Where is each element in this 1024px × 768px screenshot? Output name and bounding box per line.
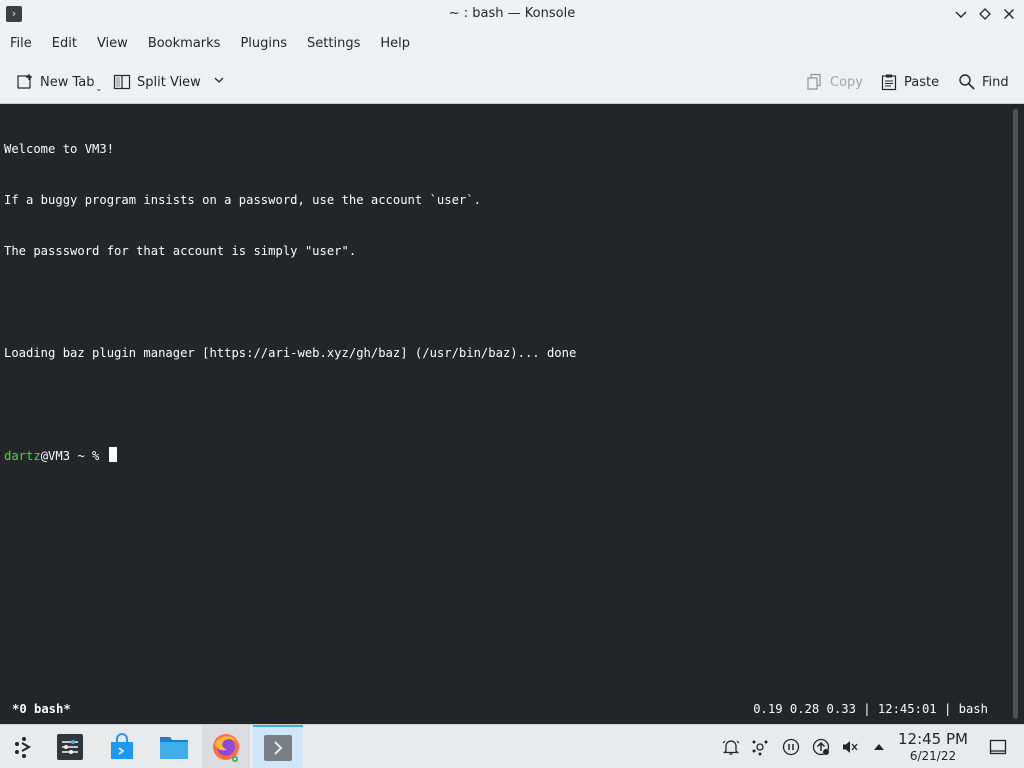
- tmux-status-line: *0 bash* 0.19 0.28 0.33 | 12:45:01 | bas…: [0, 698, 1008, 724]
- taskbar: 12:45 PM 6/21/22: [0, 724, 1024, 768]
- show-desktop-icon[interactable]: [988, 737, 1008, 757]
- new-tab-button[interactable]: New Tab ⌄: [16, 69, 102, 95]
- terminal-view[interactable]: Welcome to VM3! If a buggy program insis…: [0, 105, 1008, 698]
- copy-button[interactable]: Copy: [806, 69, 863, 95]
- copy-icon: [806, 73, 824, 91]
- file-manager-icon[interactable]: [150, 725, 198, 768]
- menu-help[interactable]: Help: [370, 29, 420, 59]
- new-tab-label: New Tab: [40, 74, 95, 90]
- paste-label: Paste: [904, 74, 940, 90]
- status-info: 0.19 0.28 0.33 | 12:45:01 | bash: [753, 702, 988, 716]
- terminal-line: Welcome to VM3!: [4, 142, 115, 156]
- status-window-list: *0 bash*: [12, 702, 71, 716]
- find-label: Find: [982, 74, 1009, 90]
- text-cursor: [108, 447, 117, 462]
- notifications-icon[interactable]: [721, 737, 741, 757]
- prompt-user: dartz: [4, 449, 41, 463]
- clock-date[interactable]: 6/21/22: [896, 749, 970, 763]
- firefox-icon[interactable]: [202, 725, 250, 768]
- terminal-line: If a buggy program insists on a password…: [4, 193, 481, 207]
- kde-connect-icon[interactable]: [750, 737, 770, 757]
- clock-time[interactable]: 12:45 PM: [896, 730, 970, 748]
- search-icon: [958, 73, 976, 91]
- split-view-label: Split View: [137, 74, 201, 90]
- title-bar: › ~ : bash — Konsole: [0, 0, 1024, 29]
- prompt-host: @VM3 ~ %: [40, 449, 107, 463]
- menu-view[interactable]: View: [87, 29, 138, 59]
- terminal-scrollbar[interactable]: [1008, 105, 1024, 724]
- media-pause-icon[interactable]: [781, 737, 801, 757]
- split-view-icon: [113, 73, 131, 91]
- close-button[interactable]: [1000, 5, 1018, 23]
- menu-settings[interactable]: Settings: [297, 29, 370, 59]
- maximize-button[interactable]: [976, 5, 994, 23]
- terminal-line: Loading baz plugin manager [https://ari-…: [4, 346, 577, 360]
- system-settings-icon[interactable]: [46, 725, 94, 768]
- minimize-button[interactable]: [952, 5, 970, 23]
- scrollbar-thumb[interactable]: [1013, 109, 1018, 719]
- menu-bar: File Edit View Bookmarks Plugins Setting…: [0, 29, 1024, 59]
- menu-plugins[interactable]: Plugins: [230, 29, 297, 59]
- terminal-line: The passsword for that account is simply…: [4, 244, 357, 258]
- paste-icon: [880, 73, 898, 91]
- split-view-button[interactable]: Split View: [113, 69, 225, 95]
- application-launcher-icon[interactable]: [0, 725, 48, 768]
- menu-edit[interactable]: Edit: [42, 29, 87, 59]
- konsole-task[interactable]: [253, 725, 303, 768]
- window-title: ~ : bash — Konsole: [448, 6, 576, 21]
- new-tab-dropdown-icon[interactable]: ⌄: [96, 84, 103, 93]
- menu-bookmarks[interactable]: Bookmarks: [138, 29, 231, 59]
- paste-button[interactable]: Paste: [880, 69, 939, 95]
- new-tab-icon: [16, 73, 34, 91]
- volume-muted-icon[interactable]: [840, 737, 860, 757]
- discover-icon[interactable]: [98, 725, 146, 768]
- copy-label: Copy: [830, 74, 863, 90]
- toolbar: New Tab ⌄ Split View Copy Paste Find: [0, 59, 1024, 104]
- updates-icon[interactable]: [811, 737, 831, 757]
- prompt-line: dartz@VM3 ~ %: [4, 447, 1004, 464]
- menu-file[interactable]: File: [0, 29, 42, 59]
- tray-expand-icon[interactable]: [869, 737, 889, 757]
- split-view-dropdown-icon[interactable]: [213, 74, 225, 90]
- konsole-icon: [264, 735, 292, 761]
- find-button[interactable]: Find: [958, 69, 1009, 95]
